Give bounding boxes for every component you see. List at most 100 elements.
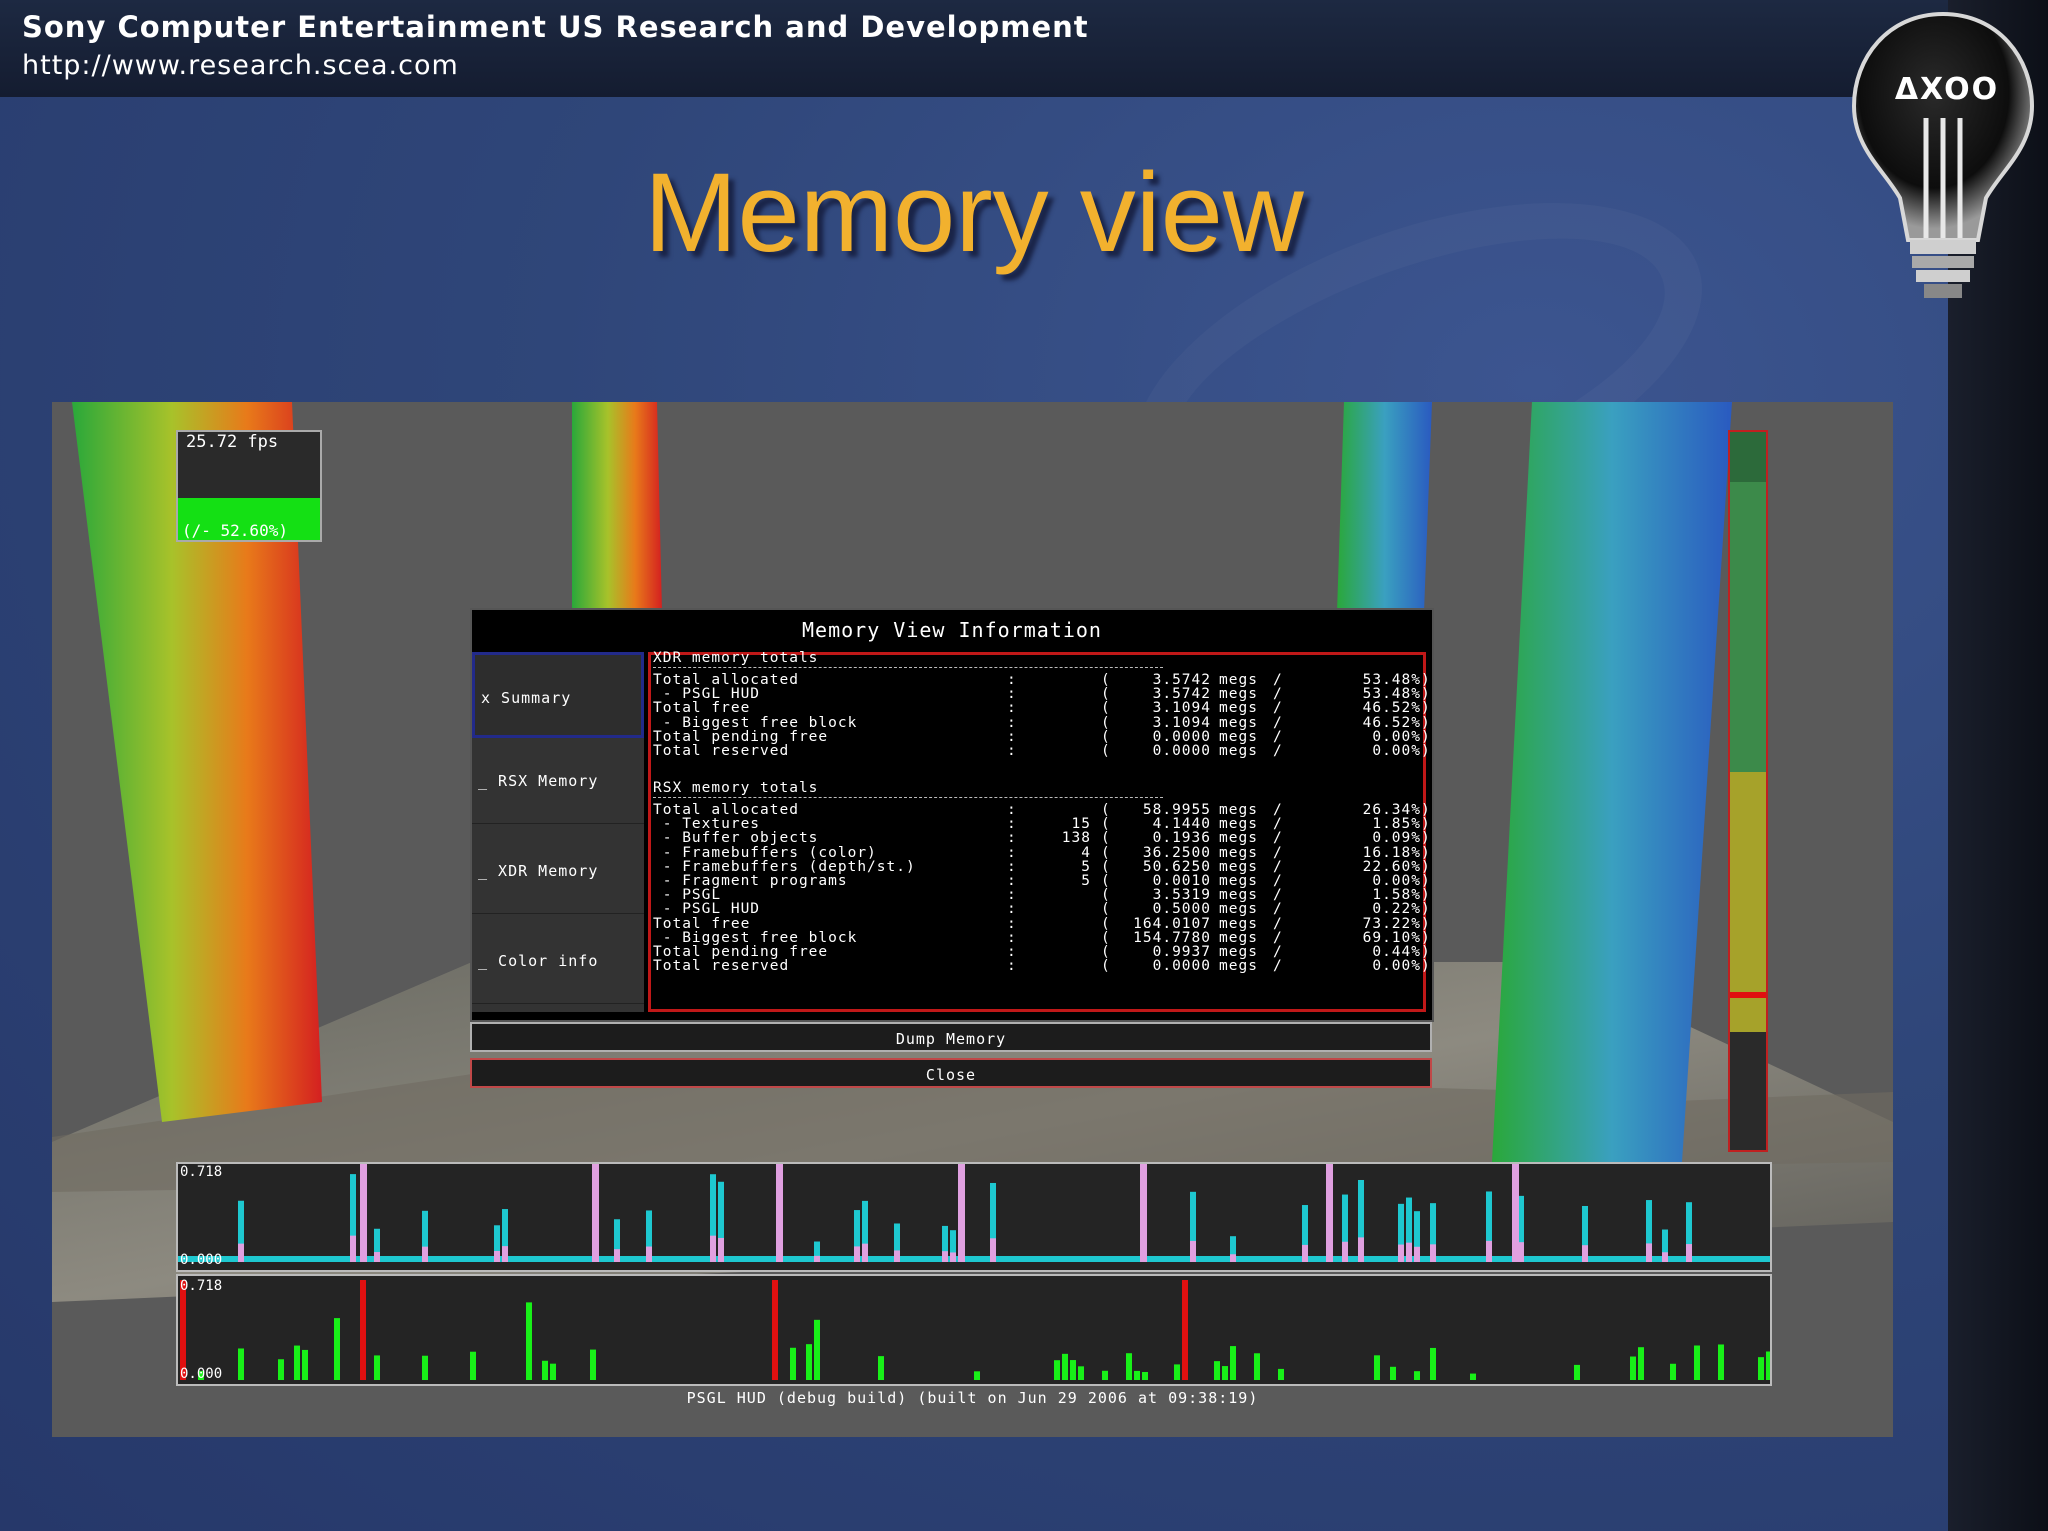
row-label: Total reserved [653, 958, 790, 975]
graph-bar [526, 1302, 532, 1380]
graph-bar [950, 1252, 956, 1262]
graph-bar [1662, 1252, 1668, 1262]
memory-row: - PSGL HUD:(3.5742 megs/53.48%) [653, 687, 1430, 701]
row-unit: megs [1219, 958, 1258, 975]
graph-bar [990, 1238, 996, 1262]
graph-bar [1190, 1240, 1196, 1262]
row-separator: : [1007, 700, 1017, 717]
graph-bar [1758, 1357, 1764, 1380]
graph-bar [862, 1243, 868, 1262]
header-url[interactable]: http://www.research.scea.com [22, 50, 459, 81]
row-slash: / [1273, 915, 1283, 932]
graph-bar [470, 1351, 476, 1380]
row-megs: 0.0000 [1152, 958, 1211, 975]
graph-bar [1278, 1368, 1284, 1380]
row-paren: ) [1421, 915, 1431, 932]
memory-row: - Biggest free block:(154.7780 megs/69.10… [653, 931, 1430, 945]
row-paren: ) [1421, 743, 1431, 759]
graph-bar [1302, 1244, 1308, 1262]
graph-spike [776, 1164, 783, 1262]
graph-bar [1694, 1345, 1700, 1380]
memory-row: Total pending free:(0.0000 megs/0.00%) [653, 730, 1430, 744]
header-bar: Sony Computer Entertainment US Research … [0, 0, 2048, 97]
row-unit: megs [1219, 714, 1258, 731]
graph-bar [1574, 1364, 1580, 1380]
graph-bar [238, 1348, 244, 1380]
row-paren: ( [1101, 958, 1111, 975]
row-percent: 0.00% [1372, 743, 1421, 759]
graph-bar [1718, 1344, 1724, 1380]
row-megs: 0.0000 [1152, 743, 1211, 759]
row-slash: / [1273, 901, 1283, 918]
graph-bar [350, 1235, 356, 1262]
graph-spike [592, 1164, 599, 1262]
tab-rsx-memory[interactable]: _ RSX Memory [472, 738, 644, 824]
row-megs: 164.0107 [1133, 915, 1211, 932]
graph-bar [854, 1246, 860, 1262]
slide-title: Memory view [644, 150, 1304, 275]
graph-bar [1102, 1370, 1108, 1380]
graph-bar [1646, 1243, 1652, 1262]
close-button[interactable]: Close [470, 1058, 1432, 1088]
graph-bar [878, 1356, 884, 1380]
rsx-section-title: RSX memory totals [653, 780, 819, 796]
graph-bar [1486, 1240, 1492, 1262]
graph-top-max: 0.718 [180, 1164, 223, 1180]
row-count: 138 [1061, 830, 1091, 847]
graph-bar [1070, 1360, 1076, 1380]
graph-bar [590, 1349, 596, 1380]
tab-color-info[interactable]: _ Color info [472, 918, 644, 1004]
graph-bar [1430, 1244, 1436, 1262]
memory-row: - Buffer objects: 138 (0.1936 megs / 0.09%) [653, 830, 1430, 847]
memory-row: Total free: (3.1094 megs / 46.52%) [653, 700, 1430, 717]
row-separator: : [1007, 915, 1017, 932]
row-count: 5 [1081, 873, 1091, 889]
graph-bar [614, 1249, 620, 1262]
graph-bar [1390, 1366, 1396, 1380]
memory-row: Total reserved: (0.0000 megs / 0.00%) [653, 958, 1430, 975]
tab-xdr-memory[interactable]: _ XDR Memory [472, 828, 644, 914]
graph-spike [1182, 1280, 1188, 1380]
graph-bar [942, 1251, 948, 1262]
graph-spike [360, 1164, 367, 1262]
row-separator: : [1007, 743, 1017, 759]
row-paren: ) [1421, 700, 1431, 717]
row-unit: megs [1219, 844, 1258, 861]
graph-bar [806, 1344, 812, 1380]
row-unit: megs [1219, 700, 1258, 717]
dump-memory-button[interactable]: Dump Memory [470, 1022, 1432, 1052]
row-separator: : [1007, 714, 1017, 731]
graph-bar [710, 1235, 716, 1262]
screenshot-panel: 25.72 fps (/- 52.60%) Memory View Inform… [52, 402, 1893, 1437]
graph-top-min: 0.000 [180, 1252, 223, 1268]
memory-row: Total allocated:(58.9955 megs/26.34%) [653, 803, 1430, 817]
gauge-segment [1730, 432, 1766, 482]
row-percent: 0.00% [1372, 958, 1421, 975]
memory-row: Total pending free:(0.9937 megs/0.44%) [653, 945, 1430, 959]
rsx-separator [653, 797, 1163, 798]
row-percent: 16.18% [1362, 844, 1421, 861]
memory-row: - Fragment programs:5(0.0010 megs/0.00%) [653, 873, 1430, 889]
row-paren: ( [1101, 915, 1111, 932]
graph-bar [1766, 1351, 1772, 1380]
graph-spike [772, 1280, 778, 1380]
graph-bar [422, 1246, 428, 1262]
graph-bar [494, 1250, 500, 1262]
row-megs: 0.5000 [1152, 901, 1211, 918]
graph-bar [1134, 1370, 1140, 1380]
graph-spike [1326, 1164, 1333, 1262]
row-slash: / [1273, 958, 1283, 975]
graph-bar [1470, 1373, 1476, 1380]
tab-summary[interactable]: x Summary [472, 652, 644, 738]
row-slash: / [1273, 700, 1283, 717]
graph-bar [1582, 1245, 1588, 1262]
row-paren: ) [1421, 830, 1431, 847]
row-percent: 46.52% [1362, 700, 1421, 717]
graph-bar [1398, 1244, 1404, 1262]
memory-row: Total reserved: (0.0000 megs / 0.00%) [653, 743, 1430, 759]
row-separator: : [1007, 901, 1017, 918]
graph-bar [1342, 1241, 1348, 1262]
graph-bar [1214, 1361, 1220, 1380]
hud-footer: PSGL HUD (debug build) (built on Jun 29 … [686, 1389, 1259, 1407]
graph-bar [278, 1359, 284, 1380]
